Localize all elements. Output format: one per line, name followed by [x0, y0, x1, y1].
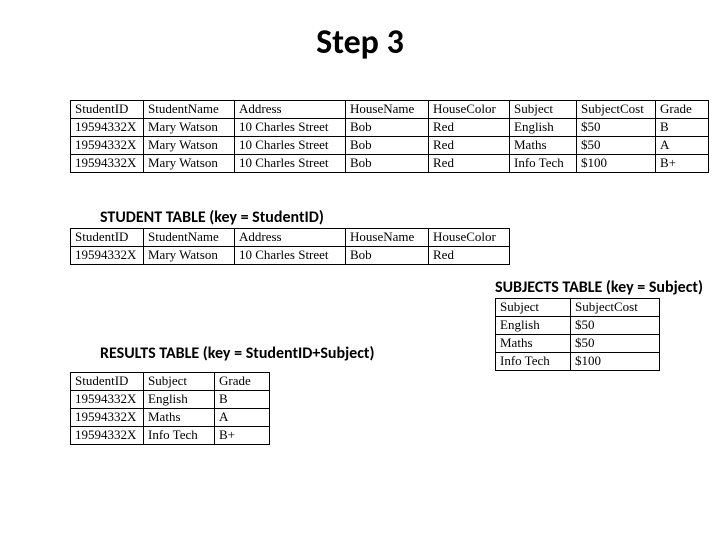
table-row: 19594332X Maths A [71, 408, 270, 426]
table-row: 19594332X Info Tech B+ [71, 426, 270, 444]
table-header-row: Subject SubjectCost [496, 299, 660, 317]
table-row: Maths $50 [496, 334, 660, 352]
col-header: StudentName [144, 229, 235, 247]
col-header: Subject [144, 373, 215, 391]
col-header: Grade [215, 373, 270, 391]
col-header: StudentID [71, 373, 144, 391]
col-header: HouseName [346, 101, 429, 119]
cell: B [215, 390, 270, 408]
cell: Maths [144, 408, 215, 426]
cell: B+ [656, 154, 709, 172]
caption-subjects-table: SUBJECTS TABLE (key = Subject) [495, 278, 703, 297]
caption-results-table: RESULTS TABLE (key = StudentID+Subject) [100, 344, 374, 363]
cell: 19594332X [71, 390, 144, 408]
cell: Mary Watson [144, 154, 235, 172]
cell: Bob [346, 136, 429, 154]
cell: 19594332X [71, 136, 144, 154]
col-header: SubjectCost [577, 101, 656, 119]
cell: Red [429, 246, 510, 264]
table-header-row: StudentID StudentName Address HouseName … [71, 229, 510, 247]
col-header: StudentName [144, 101, 235, 119]
cell: Bob [346, 246, 429, 264]
caption-student-table: STUDENT TABLE (key = StudentID) [100, 208, 324, 227]
table-header-row: StudentID StudentName Address HouseName … [71, 101, 709, 119]
table-row: Info Tech $100 [496, 352, 660, 370]
col-header: Address [235, 101, 346, 119]
table-header-row: StudentID Subject Grade [71, 373, 270, 391]
page-title: Step 3 [0, 0, 720, 81]
cell: English [496, 316, 571, 334]
cell: 10 Charles Street [235, 118, 346, 136]
cell: B+ [215, 426, 270, 444]
col-header: Grade [656, 101, 709, 119]
cell: Bob [346, 154, 429, 172]
cell: Info Tech [496, 352, 571, 370]
cell: 10 Charles Street [235, 154, 346, 172]
cell: A [215, 408, 270, 426]
cell: Bob [346, 118, 429, 136]
cell: 10 Charles Street [235, 246, 346, 264]
col-header: Subject [510, 101, 577, 119]
cell: 19594332X [71, 426, 144, 444]
cell: Info Tech [510, 154, 577, 172]
table-row: 19594332X Mary Watson 10 Charles Street … [71, 136, 709, 154]
cell: $50 [577, 118, 656, 136]
cell: Mary Watson [144, 246, 235, 264]
cell: 10 Charles Street [235, 136, 346, 154]
col-header: Subject [496, 299, 571, 317]
cell: Red [429, 136, 510, 154]
cell: $50 [577, 136, 656, 154]
cell: $50 [571, 316, 660, 334]
table-results: StudentID Subject Grade 19594332X Englis… [70, 372, 270, 445]
col-header: Address [235, 229, 346, 247]
col-header: HouseName [346, 229, 429, 247]
cell: Red [429, 118, 510, 136]
table-row: 19594332X Mary Watson 10 Charles Street … [71, 118, 709, 136]
table-row: 19594332X Mary Watson 10 Charles Street … [71, 246, 510, 264]
cell: 19594332X [71, 118, 144, 136]
cell: Info Tech [144, 426, 215, 444]
table-row: 19594332X English B [71, 390, 270, 408]
cell: English [144, 390, 215, 408]
table-subjects: Subject SubjectCost English $50 Maths $5… [495, 298, 660, 371]
table-row: 19594332X Mary Watson 10 Charles Street … [71, 154, 709, 172]
cell: 19594332X [71, 154, 144, 172]
table-original: StudentID StudentName Address HouseName … [70, 100, 709, 173]
cell: $50 [571, 334, 660, 352]
cell: $100 [577, 154, 656, 172]
cell: Red [429, 154, 510, 172]
table-student: StudentID StudentName Address HouseName … [70, 228, 510, 265]
cell: 19594332X [71, 408, 144, 426]
col-header: HouseColor [429, 229, 510, 247]
cell: 19594332X [71, 246, 144, 264]
cell: Mary Watson [144, 118, 235, 136]
cell: Maths [510, 136, 577, 154]
cell: B [656, 118, 709, 136]
col-header: SubjectCost [571, 299, 660, 317]
cell: Mary Watson [144, 136, 235, 154]
cell: A [656, 136, 709, 154]
table-row: English $50 [496, 316, 660, 334]
cell: $100 [571, 352, 660, 370]
col-header: StudentID [71, 101, 144, 119]
col-header: StudentID [71, 229, 144, 247]
cell: Maths [496, 334, 571, 352]
col-header: HouseColor [429, 101, 510, 119]
cell: English [510, 118, 577, 136]
